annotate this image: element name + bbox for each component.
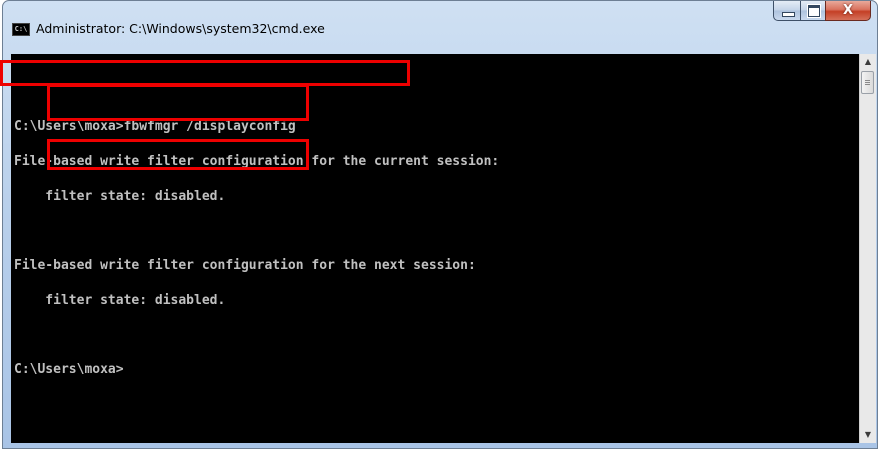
scrollbar-thumb[interactable]	[861, 71, 874, 94]
maximize-icon	[807, 4, 821, 18]
window-controls: X	[773, 1, 871, 22]
scroll-down-arrow-icon[interactable]: ▼	[860, 427, 876, 443]
close-button[interactable]: X	[825, 1, 871, 21]
highlight-box-command	[0, 60, 410, 86]
minimize-icon	[782, 12, 795, 17]
vertical-scrollbar[interactable]: ▲ ▼	[859, 54, 876, 443]
minimize-button[interactable]	[773, 1, 801, 21]
highlight-box-next-filter-state	[47, 139, 309, 170]
console-line: filter state: disabled.	[14, 188, 226, 204]
console-line: filter state: disabled.	[14, 292, 226, 308]
grip-icon	[865, 80, 870, 81]
highlight-box-current-filter-state	[47, 84, 309, 121]
maximize-button[interactable]	[800, 1, 826, 21]
close-icon: X	[842, 3, 854, 18]
title-bar[interactable]: C:\ Administrator: C:\Windows\system32\c…	[3, 1, 877, 53]
console-line: C:\Users\moxa>	[14, 362, 124, 378]
console-line: File-based write filter configuration fo…	[14, 258, 476, 274]
scroll-up-arrow-icon[interactable]: ▲	[860, 54, 876, 70]
console-line: C:\Users\moxa>fbwfmgr /displayconfig	[14, 118, 296, 134]
window-title: Administrator: C:\Windows\system32\cmd.e…	[36, 21, 325, 36]
cmd-icon[interactable]: C:\	[12, 23, 30, 36]
